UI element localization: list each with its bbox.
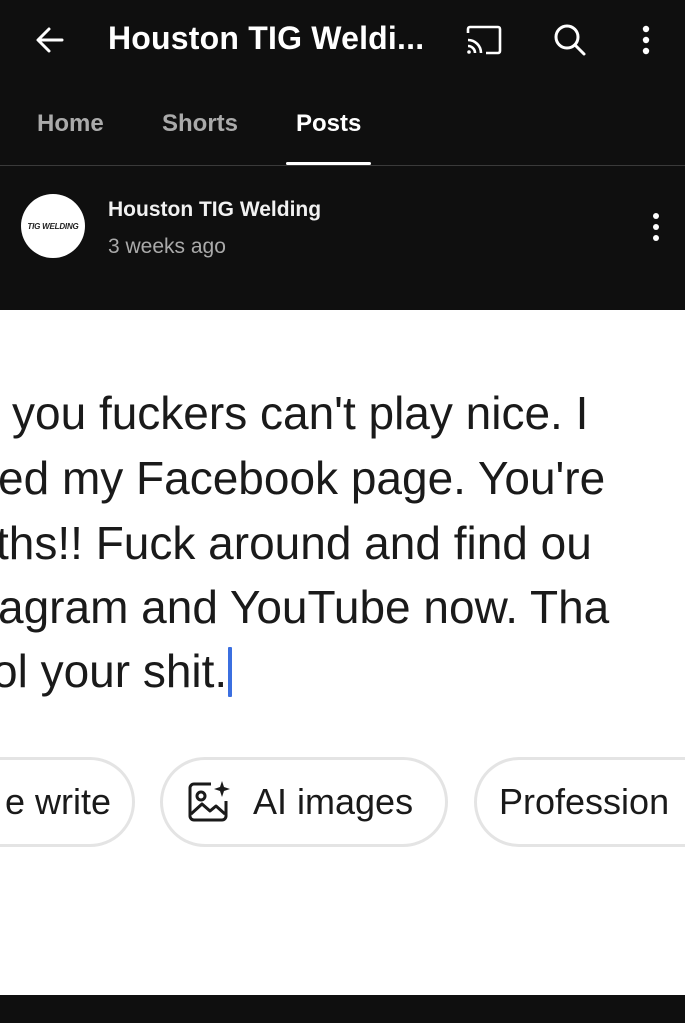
post-more-button[interactable] (640, 205, 672, 249)
post-channel-name[interactable]: Houston TIG Welding (108, 198, 321, 222)
professional-chip-label: Profession (499, 781, 670, 822)
tab-home[interactable]: Home (37, 110, 104, 138)
avatar[interactable]: TIG WELDING (21, 194, 85, 258)
post-text-line: ed my Facebook page. You're (0, 452, 606, 504)
cast-button[interactable] (462, 20, 506, 60)
ai-images-chip-label: AI images (253, 781, 414, 822)
post-text-last: ol your shit. (0, 645, 228, 697)
more-vert-icon (642, 25, 650, 55)
channel-title: Houston TIG Weldi... (108, 20, 425, 56)
tab-posts[interactable]: Posts (296, 110, 361, 138)
professional-chip: Profession (474, 757, 685, 847)
ai-image-icon (185, 779, 231, 825)
post-text-line: you fuckers can't play nice. I (12, 387, 589, 439)
post-timestamp: 3 weeks ago (108, 235, 226, 258)
ai-images-chip: AI images (160, 757, 448, 847)
post-header: TIG WELDING Houston TIG Welding 3 weeks … (0, 167, 685, 310)
bottom-bar (0, 995, 685, 1023)
search-button[interactable] (548, 18, 592, 62)
rewrite-chip: e write (0, 757, 135, 847)
arrow-back-icon (36, 27, 64, 53)
rewrite-chip-label: e write (5, 781, 112, 822)
post-text-line: ths!! Fuck around and find ou (0, 517, 592, 569)
post-image[interactable]: you fuckers can't play nice. I ed my Fac… (0, 310, 685, 995)
channel-tabs: Home Shorts Posts (0, 82, 685, 166)
avatar-logo-text: TIG WELDING (27, 221, 79, 231)
more-vert-icon (653, 213, 659, 241)
post-text-line: agram and YouTube now. Tha (0, 581, 610, 633)
text-caret (228, 647, 233, 697)
active-tab-indicator (286, 162, 371, 165)
search-icon (554, 24, 586, 56)
cast-icon (466, 25, 502, 55)
tab-shorts[interactable]: Shorts (162, 110, 238, 138)
more-options-button[interactable] (628, 18, 664, 62)
back-button[interactable] (28, 18, 72, 62)
post-text-line-last: ol your shit. (0, 644, 233, 698)
app-bar: Houston TIG Weldi... (0, 0, 685, 82)
screen: Houston TIG Weldi... Home Shorts Posts T… (0, 0, 685, 1023)
